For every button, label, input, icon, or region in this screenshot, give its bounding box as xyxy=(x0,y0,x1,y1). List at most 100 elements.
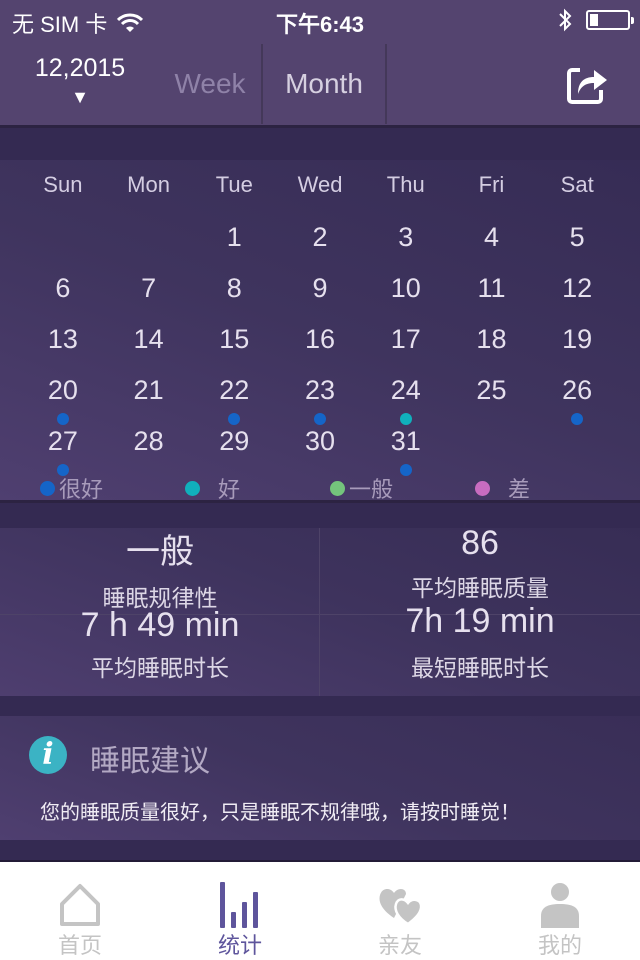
calendar-day[interactable]: 13 xyxy=(20,324,106,374)
sleep-quality-dot xyxy=(314,413,327,425)
day-number: 16 xyxy=(304,324,336,354)
calendar-day[interactable]: 30 xyxy=(277,426,363,476)
legend-dot xyxy=(40,480,55,496)
day-number: 14 xyxy=(133,324,164,354)
stat-value: 7 h 49 min xyxy=(80,606,240,644)
weekday-label: Mon xyxy=(127,172,170,197)
calendar-day[interactable]: 31 xyxy=(363,426,449,476)
day-number: 17 xyxy=(390,324,421,354)
day-number: 4 xyxy=(483,222,499,252)
spacer xyxy=(0,840,640,862)
calendar-week-row: 13 14 15 16 17 18 19 xyxy=(20,324,620,374)
day-number: 23 xyxy=(304,375,336,405)
day-number: 18 xyxy=(476,324,507,354)
stats-icon xyxy=(220,882,258,928)
calendar-day[interactable]: 12 xyxy=(534,273,620,323)
sleep-quality-dot xyxy=(228,413,241,425)
date-picker[interactable]: 12,2015 ▼ xyxy=(20,54,140,108)
stat-value: 一般 xyxy=(126,533,194,571)
calendar-day[interactable]: 16 xyxy=(277,324,363,374)
tab-label: 统计 xyxy=(217,933,262,958)
calendar-day[interactable]: 1 xyxy=(191,222,277,272)
day-number: 13 xyxy=(47,324,78,354)
sleep-quality-dot xyxy=(399,413,412,425)
day-number: 6 xyxy=(55,273,71,303)
month-calendar: Sun Mon Tue Wed Thu Fri Sat 1 2 3 4 5 6 7 8 9 10 1… xyxy=(0,160,640,502)
calendar-day[interactable]: 21 xyxy=(106,375,192,425)
advice-title: 睡眠建议 xyxy=(90,745,210,778)
calendar-day[interactable]: 17 xyxy=(363,324,449,374)
tab-home[interactable]: 首页 xyxy=(0,862,160,960)
tab-month[interactable]: Month xyxy=(261,44,387,124)
day-number: 30 xyxy=(304,426,336,456)
legend-dot xyxy=(330,480,345,496)
calendar-day[interactable]: 9 xyxy=(277,273,363,323)
tab-stats[interactable]: 统计 xyxy=(160,862,320,960)
day-number: 1 xyxy=(226,222,242,252)
header: 12,2015 ▼ Week Month xyxy=(0,40,640,128)
calendar-day[interactable]: 24 xyxy=(363,375,449,425)
day-number: 3 xyxy=(398,222,414,252)
day-number: 21 xyxy=(133,375,164,405)
day-number: 28 xyxy=(133,426,164,456)
calendar-day[interactable]: 18 xyxy=(449,324,535,374)
legend-dot xyxy=(475,480,490,496)
calendar-day[interactable]: 23 xyxy=(277,375,363,425)
stat-regularity: 一般 睡眠规律性 xyxy=(0,524,320,613)
spacer xyxy=(0,128,640,160)
calendar-week-row: 20 21 22 23 24 25 26 xyxy=(20,375,620,425)
calendar-day[interactable]: 5 xyxy=(534,222,620,272)
calendar-day[interactable]: 26 xyxy=(534,375,620,425)
calendar-empty-cell xyxy=(106,222,192,272)
stat-label: 平均睡眠质量 xyxy=(411,575,549,601)
calendar-day[interactable]: 25 xyxy=(449,375,535,425)
calendar-day[interactable]: 15 xyxy=(191,324,277,374)
calendar-day[interactable]: 10 xyxy=(363,273,449,323)
day-number: 22 xyxy=(219,375,250,405)
weekday-label: Thu xyxy=(386,172,425,197)
weekday-label: Sat xyxy=(560,172,594,197)
calendar-day[interactable]: 20 xyxy=(20,375,106,425)
tab-label: 亲友 xyxy=(377,933,422,958)
calendar-day[interactable]: 28 xyxy=(106,426,192,476)
calendar-day[interactable]: 4 xyxy=(449,222,535,272)
calendar-day[interactable]: 14 xyxy=(106,324,192,374)
sleep-stats: 一般 睡眠规律性 86 平均睡眠质量 7 h 49 min 平均睡眠时长 7h … xyxy=(0,524,640,696)
day-number: 26 xyxy=(562,375,593,405)
calendar-day[interactable]: 2 xyxy=(277,222,363,272)
calendar-day[interactable]: 29 xyxy=(191,426,277,476)
dropdown-arrow-icon: ▼ xyxy=(71,87,89,107)
legend-dot xyxy=(185,480,200,496)
weekday-label: Wed xyxy=(297,172,343,197)
day-number: 29 xyxy=(219,426,250,456)
weekday-label: Fri xyxy=(478,172,505,197)
sleep-advice-card: i 睡眠建议 您的睡眠质量很好，只是睡眠不规律哦，请按时睡觉！ xyxy=(0,716,640,840)
tab-week[interactable]: Week xyxy=(160,44,260,124)
tab-label: 我的 xyxy=(537,933,582,958)
user-icon xyxy=(541,883,579,928)
calendar-day[interactable]: 6 xyxy=(20,273,106,323)
share-icon[interactable] xyxy=(566,62,610,106)
weekday-label: Sun xyxy=(43,172,83,197)
tab-profile[interactable]: 我的 xyxy=(480,862,640,960)
date-label: 12,2015 xyxy=(34,54,126,82)
calendar-day[interactable]: 8 xyxy=(191,273,277,323)
day-number: 10 xyxy=(390,273,421,303)
calendar-day[interactable]: 7 xyxy=(106,273,192,323)
day-number: 15 xyxy=(219,324,250,354)
clock: 下午6:43 xyxy=(275,12,365,37)
weekday-label: Tue xyxy=(215,172,253,197)
calendar-day[interactable]: 11 xyxy=(449,273,535,323)
calendar-day[interactable]: 27 xyxy=(20,426,106,476)
stat-label: 最短睡眠时长 xyxy=(411,655,549,681)
calendar-day[interactable]: 3 xyxy=(363,222,449,272)
calendar-day[interactable]: 22 xyxy=(191,375,277,425)
calendar-week-row: 6 7 8 9 10 11 12 xyxy=(20,273,620,323)
sleep-quality-dot xyxy=(571,413,584,425)
calendar-empty-cell xyxy=(534,426,620,476)
tab-friends[interactable]: 亲友 xyxy=(320,862,480,960)
weekday-header: Sun Mon Tue Wed Thu Fri Sat xyxy=(20,172,620,198)
calendar-day[interactable]: 19 xyxy=(534,324,620,374)
day-number: 8 xyxy=(226,273,242,303)
calendar-week-row: 27 28 29 30 31 xyxy=(20,426,620,476)
